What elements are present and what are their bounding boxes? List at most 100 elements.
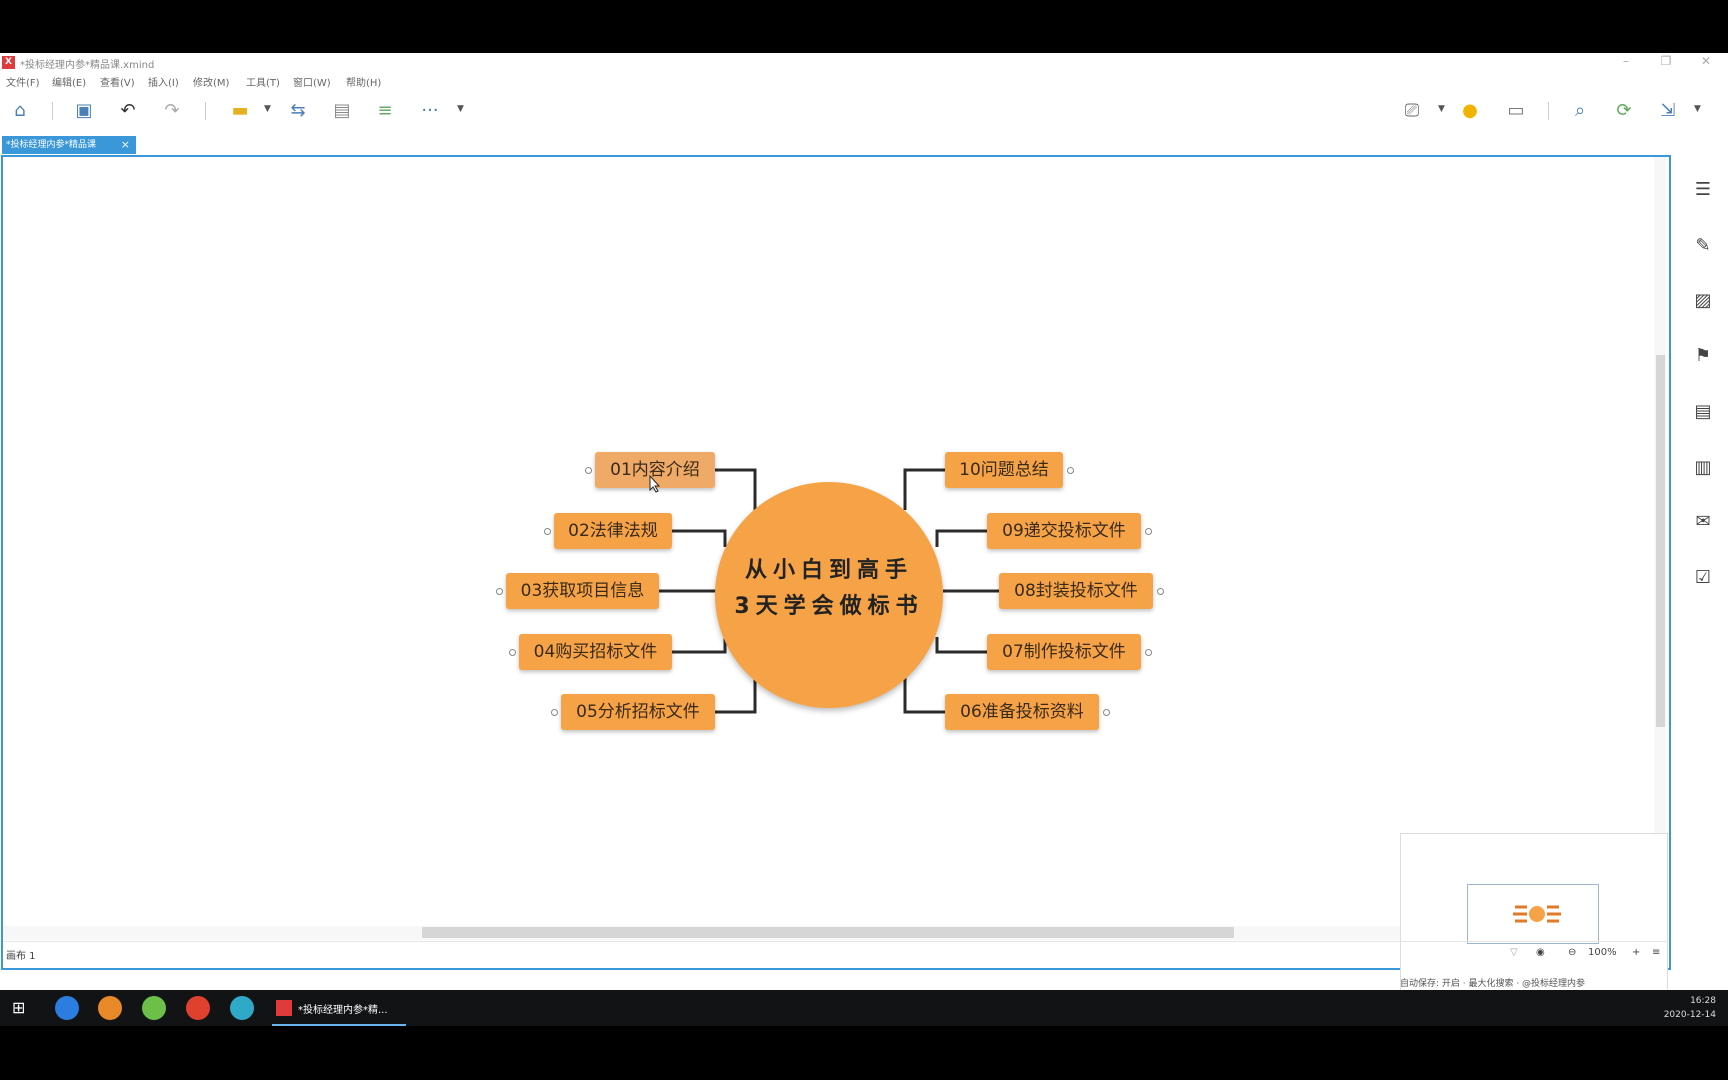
topic-04[interactable]: 04购买招标文件 bbox=[519, 634, 672, 670]
redo-icon[interactable]: ↷ bbox=[160, 98, 184, 122]
menu-insert[interactable]: 插入(I) bbox=[148, 74, 179, 89]
collapse-dot[interactable] bbox=[1145, 528, 1152, 535]
taskbar-xmind-app[interactable]: *投标经理内参*精... bbox=[272, 990, 406, 1026]
home-icon[interactable]: ⌂ bbox=[8, 98, 32, 122]
topic-label: 02法律法规 bbox=[568, 521, 658, 541]
minimap-preview bbox=[1513, 902, 1561, 926]
topic-10[interactable]: 10问题总结 bbox=[945, 452, 1063, 488]
eye-icon[interactable]: ◉ bbox=[1536, 947, 1545, 958]
task-icon[interactable]: ☑ bbox=[1692, 567, 1714, 589]
chevron-down-icon[interactable]: ▼ bbox=[1694, 104, 1701, 114]
outline-icon[interactable]: ☰ bbox=[1692, 179, 1714, 201]
connector-05 bbox=[715, 672, 757, 714]
export-icon[interactable]: ⇲ bbox=[1656, 98, 1680, 122]
central-topic[interactable]: 从小白到高手 3天学会做标书 bbox=[715, 482, 943, 708]
notes-icon[interactable]: ▥ bbox=[1692, 457, 1714, 479]
taskbar-app-label: *投标经理内参*精... bbox=[298, 1005, 388, 1016]
app-icon[interactable] bbox=[142, 996, 166, 1020]
close-icon[interactable]: × bbox=[121, 136, 130, 154]
sheet-tab[interactable]: 画布 1 bbox=[6, 947, 36, 962]
collapse-dot[interactable] bbox=[551, 709, 558, 716]
gantt-icon[interactable]: ▭ bbox=[1504, 98, 1528, 122]
chevron-down-icon[interactable]: ▼ bbox=[264, 104, 271, 114]
menu-window[interactable]: 窗口(W) bbox=[293, 74, 331, 89]
collapse-dot[interactable] bbox=[1157, 588, 1164, 595]
label-icon[interactable]: ▤ bbox=[1692, 401, 1714, 423]
close-icon[interactable]: ✕ bbox=[1686, 54, 1726, 68]
topic-08[interactable]: 08封装投标文件 bbox=[999, 573, 1153, 609]
menu-view[interactable]: 查看(V) bbox=[100, 74, 135, 89]
summary-icon[interactable]: ≡ bbox=[373, 98, 397, 122]
xmind-logo-icon bbox=[276, 1000, 292, 1016]
chevron-down-icon[interactable]: ▼ bbox=[1438, 104, 1445, 114]
menu-edit[interactable]: 编辑(E) bbox=[52, 74, 86, 89]
browser-icon[interactable] bbox=[98, 996, 122, 1020]
horizontal-scroll-thumb[interactable] bbox=[422, 927, 1234, 938]
windows-start-icon[interactable]: ⊞ bbox=[12, 999, 30, 1017]
topic-09[interactable]: 09递交投标文件 bbox=[987, 513, 1141, 549]
topic-label: 10问题总结 bbox=[959, 460, 1049, 480]
menu-modify[interactable]: 修改(M) bbox=[193, 74, 229, 89]
share-icon[interactable]: ⟳ bbox=[1612, 98, 1636, 122]
minimize-icon[interactable]: – bbox=[1606, 54, 1646, 68]
zoom-in-icon[interactable]: + bbox=[1632, 947, 1640, 958]
edge-icon[interactable] bbox=[230, 996, 254, 1020]
format-brush-icon[interactable]: ✎ bbox=[1692, 235, 1714, 257]
menu-icon[interactable]: ≡ bbox=[1652, 947, 1660, 958]
search-icon[interactable]: ⌕ bbox=[1568, 98, 1592, 122]
central-topic-line2: 3天学会做标书 bbox=[734, 594, 924, 619]
clock-date: 2020-12-14 bbox=[1663, 1010, 1716, 1020]
menu-help[interactable]: 帮助(H) bbox=[346, 74, 381, 89]
connector-02 bbox=[672, 529, 727, 547]
topic-03[interactable]: 03获取项目信息 bbox=[506, 573, 659, 609]
topic-icon[interactable]: ▬ bbox=[228, 98, 252, 122]
marker-flag-icon[interactable]: ⚑ bbox=[1692, 345, 1714, 367]
presentation-icon[interactable]: ⎚ bbox=[1400, 98, 1424, 122]
more-icon[interactable]: ··· bbox=[418, 98, 442, 122]
image-icon[interactable]: ▨ bbox=[1692, 290, 1714, 312]
minimap[interactable] bbox=[1400, 833, 1668, 993]
collapse-dot[interactable] bbox=[496, 588, 503, 595]
topic-05[interactable]: 05分析招标文件 bbox=[561, 694, 715, 730]
clock-time: 16:28 bbox=[1690, 996, 1716, 1006]
menu-tools[interactable]: 工具(T) bbox=[246, 74, 280, 89]
collapse-dot[interactable] bbox=[1067, 467, 1074, 474]
menu-bar: 文件(F) 编辑(E) 查看(V) 插入(I) 修改(M) 工具(T) 窗口(W… bbox=[0, 73, 1728, 89]
undo-icon[interactable]: ↶ bbox=[116, 98, 140, 122]
toolbar: ⌂ ▣ ↶ ↷ ▬ ▼ ⇆ ▤ ≡ ··· ▼ ⎚ ▼ ● ▭ ⌕ ⟳ ⇲ ▼ bbox=[0, 90, 1728, 132]
tab-strip: *投标经理内参*精品课 × bbox=[0, 135, 1728, 155]
save-icon[interactable]: ▣ bbox=[72, 98, 96, 122]
lightbulb-icon[interactable]: ● bbox=[1458, 98, 1482, 122]
zoom-out-icon[interactable]: ⊖ bbox=[1568, 947, 1576, 958]
collapse-dot[interactable] bbox=[585, 467, 592, 474]
connector-06 bbox=[903, 672, 945, 714]
topic-label: 04购买招标文件 bbox=[533, 642, 658, 662]
tab-document[interactable]: *投标经理内参*精品课 × bbox=[2, 136, 136, 154]
restore-icon[interactable]: ❐ bbox=[1646, 54, 1686, 68]
filter-icon[interactable]: ▽ bbox=[1510, 947, 1518, 958]
topic-07[interactable]: 07制作投标文件 bbox=[987, 634, 1141, 670]
topic-06[interactable]: 06准备投标资料 bbox=[945, 694, 1099, 730]
topic-02[interactable]: 02法律法规 bbox=[554, 513, 672, 549]
collapse-dot[interactable] bbox=[1145, 649, 1152, 656]
tab-label: *投标经理内参*精品课 bbox=[6, 140, 97, 150]
window-title: *投标经理内参*精品课.xmind bbox=[20, 60, 155, 71]
title-bar: X *投标经理内参*精品课.xmind – ❐ ✕ bbox=[0, 53, 1728, 73]
comment-icon[interactable]: ✉ bbox=[1692, 511, 1714, 533]
cursor-icon bbox=[649, 475, 661, 493]
collapse-dot[interactable] bbox=[544, 528, 551, 535]
boundary-icon[interactable]: ▤ bbox=[330, 98, 354, 122]
connector-10 bbox=[903, 468, 945, 510]
taskbar: ⊞ *投标经理内参*精... 16:28 2020-12-14 bbox=[0, 990, 1728, 1026]
menu-file[interactable]: 文件(F) bbox=[6, 74, 40, 89]
chrome-icon[interactable] bbox=[186, 996, 210, 1020]
system-tray[interactable]: 16:28 2020-12-14 bbox=[1664, 994, 1716, 1022]
vertical-scroll-thumb[interactable] bbox=[1656, 355, 1665, 727]
connector-04 bbox=[672, 637, 727, 654]
chevron-down-icon[interactable]: ▼ bbox=[457, 104, 464, 114]
relationship-icon[interactable]: ⇆ bbox=[286, 98, 310, 122]
right-panel: ☰ ✎ ▨ ⚑ ▤ ▥ ✉ ☑ bbox=[1672, 155, 1728, 970]
ie-icon[interactable] bbox=[55, 996, 79, 1020]
collapse-dot[interactable] bbox=[1103, 709, 1110, 716]
collapse-dot[interactable] bbox=[509, 649, 516, 656]
